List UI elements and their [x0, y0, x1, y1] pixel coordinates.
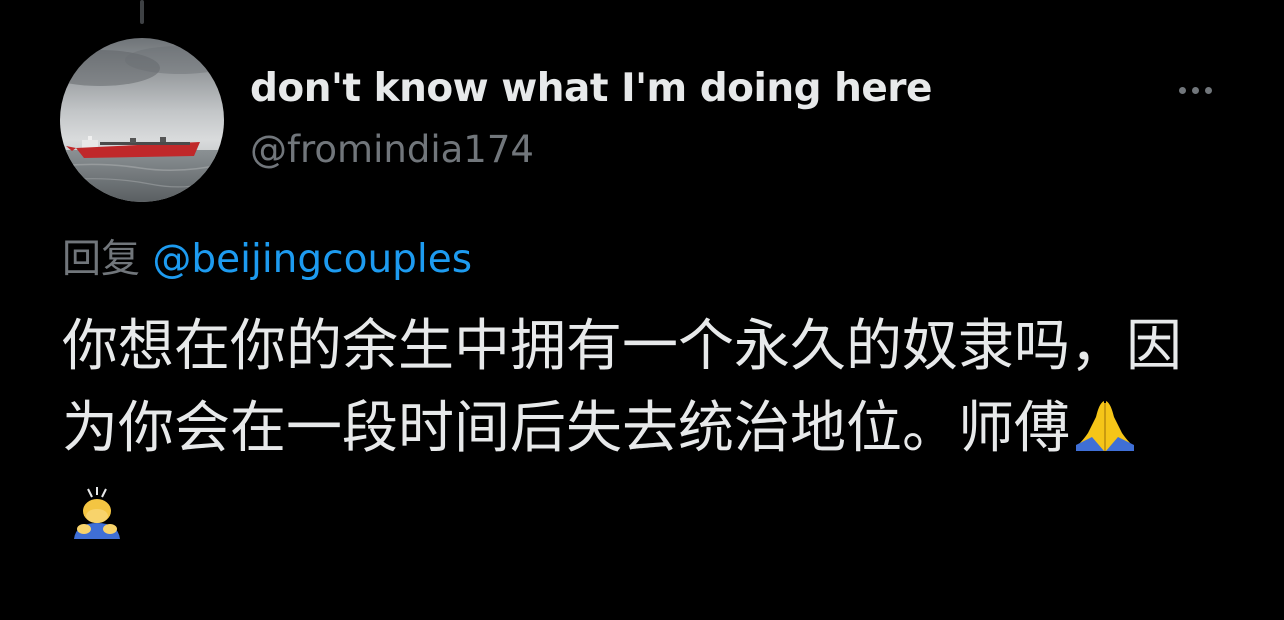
author-avatar[interactable] — [60, 38, 224, 202]
tweet-body: 你想在你的余生中拥有一个永久的奴隶吗，因为你会在一段时间后失去统治地位。师傅 — [62, 306, 1192, 564]
thread-connector-line — [140, 0, 144, 24]
author-display-name[interactable]: don't know what I'm doing here — [250, 66, 932, 111]
ship-photo-avatar — [60, 38, 224, 202]
more-dot — [1204, 86, 1212, 94]
more-dot — [1191, 86, 1199, 94]
reply-context: 回复 @beijingcouples — [62, 228, 472, 284]
more-dot — [1178, 86, 1186, 94]
reply-mention-link[interactable]: @beijingcouples — [152, 237, 472, 282]
reply-label: 回复 — [62, 237, 141, 282]
more-options-icon[interactable] — [1168, 72, 1222, 108]
author-handle[interactable]: @fromindia174 — [250, 128, 534, 171]
person-bowing-emoji — [66, 482, 128, 564]
tweet-text: 你想在你的余生中拥有一个永久的奴隶吗，因为你会在一段时间后失去统治地位。师傅 — [62, 314, 1182, 461]
folded-hands-emoji — [1074, 394, 1136, 476]
